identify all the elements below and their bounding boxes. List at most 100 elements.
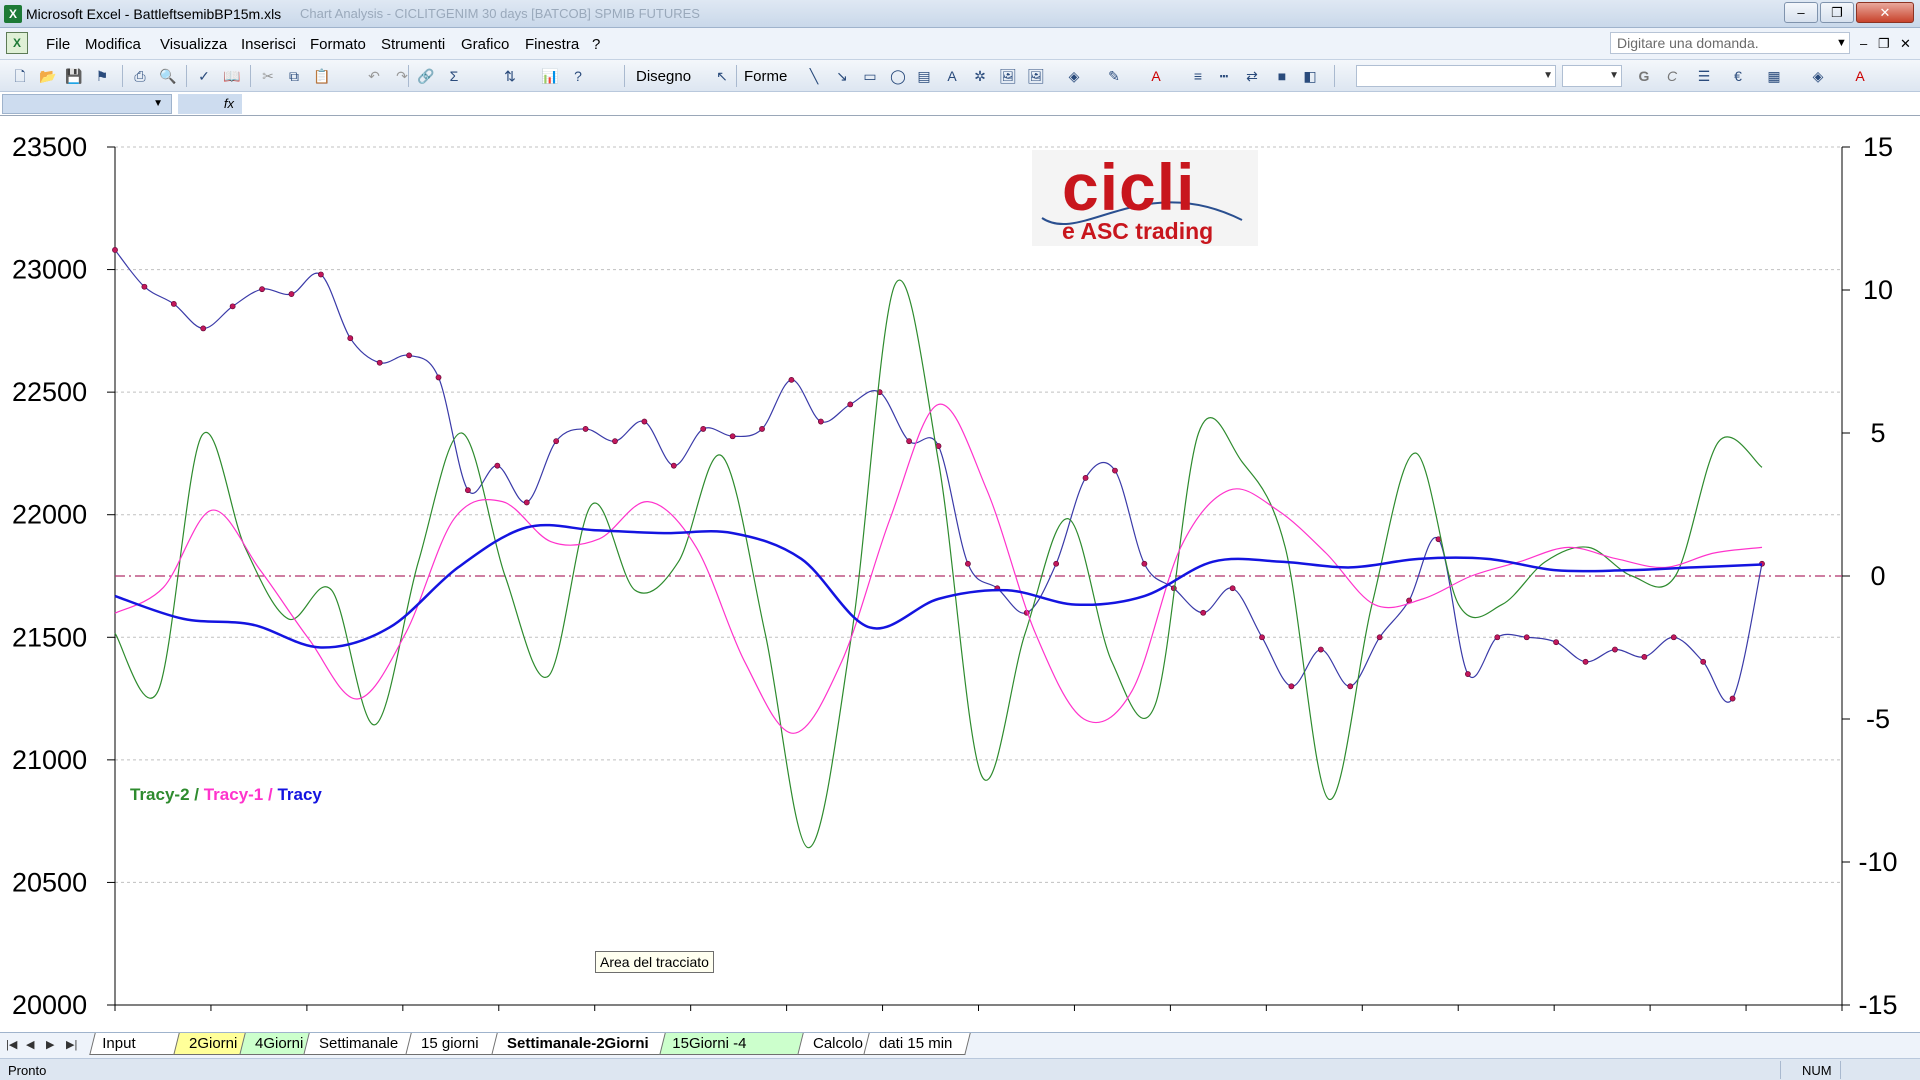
legend-tracy1: Tracy-1 <box>203 785 264 804</box>
arrow-tool-icon[interactable]: ↘ <box>832 66 852 86</box>
menu-visualizza[interactable]: Visualizza <box>160 36 227 53</box>
doc-minimize-button[interactable]: – <box>1860 36 1867 51</box>
shapes-menu-button[interactable]: Forme <box>744 68 787 85</box>
price-point <box>1464 671 1471 677</box>
sheet-tab-4giorni[interactable]: 4Giorni <box>239 1033 311 1055</box>
font-name-combo[interactable]: ▼ <box>1356 65 1556 87</box>
menu-file[interactable]: File <box>46 36 70 53</box>
sort-icon[interactable]: ⇅ <box>500 66 520 86</box>
print-preview-icon[interactable]: 🔍 <box>158 66 178 86</box>
sheet-tab-15giorni-4-giorni[interactable]: 15Giorni -4 giorni <box>659 1033 805 1074</box>
sheet-tab-settimanale-2giorni[interactable]: Settimanale-2Giorni <box>491 1033 667 1055</box>
close-button[interactable]: ✕ <box>1856 2 1914 23</box>
font-color-2-icon[interactable]: A <box>1850 66 1870 86</box>
right-axis-tick-label: 5 <box>1870 418 1885 448</box>
left-axis-tick-label: 22500 <box>12 377 87 407</box>
rectangle-tool-icon[interactable]: ▭ <box>860 66 880 86</box>
autosum-icon[interactable]: Σ <box>444 66 464 86</box>
menu-inserisci[interactable]: Inserisci <box>241 36 296 53</box>
price-point <box>494 462 501 469</box>
fill-color-icon[interactable]: ◈ <box>1064 66 1084 86</box>
align-icon[interactable]: ☰ <box>1694 66 1714 86</box>
print-icon[interactable]: ⎙ <box>130 66 150 86</box>
menu-help[interactable]: ? <box>592 36 600 53</box>
insert-function-icon[interactable]: fx <box>178 94 242 114</box>
price-point <box>288 291 295 297</box>
prev-sheet-nav-icon[interactable]: ◀ <box>26 1038 34 1051</box>
doc-close-button[interactable]: ✕ <box>1900 36 1911 52</box>
bold-icon[interactable]: G <box>1634 66 1654 86</box>
sheet-tab-2giorni[interactable]: 2Giorni <box>173 1033 247 1055</box>
paste-icon[interactable]: 📋 <box>312 66 332 86</box>
oval-tool-icon[interactable]: ◯ <box>888 66 908 86</box>
price-point <box>1376 634 1383 641</box>
name-box[interactable]: ▼ <box>2 94 172 114</box>
open-folder-icon[interactable]: 📂 <box>38 66 58 86</box>
help-icon[interactable]: ? <box>568 66 588 86</box>
sheet-tab-dati-15-min[interactable]: dati 15 min <box>863 1033 971 1055</box>
chart-canvas[interactable]: 23500 23000 22500 22000 21500 21000 20500 20000… <box>0 116 1920 1028</box>
left-axis-tick-label: 20500 <box>12 867 87 897</box>
first-sheet-nav-icon[interactable]: |◀ <box>6 1038 17 1051</box>
font-color-icon[interactable]: A <box>1146 66 1166 86</box>
series-line-price <box>114 249 1763 703</box>
menu-modifica[interactable]: Modifica <box>85 36 141 53</box>
copy-icon[interactable]: ⧉ <box>284 66 304 86</box>
borders-icon[interactable]: ▦ <box>1764 66 1784 86</box>
help-question-input[interactable]: Digitare una domanda. <box>1610 32 1850 54</box>
save-icon[interactable]: 💾 <box>64 66 84 86</box>
sheet-tab-settimanale[interactable]: Settimanale <box>303 1033 413 1055</box>
spelling-icon[interactable]: ✓ <box>194 66 214 86</box>
highlight-fill-icon[interactable]: ◈ <box>1808 66 1828 86</box>
sheet-tab-15-giorni[interactable]: 15 giorni <box>405 1033 499 1055</box>
menu-grafico[interactable]: Grafico <box>461 36 509 53</box>
line-tool-icon[interactable]: ╲ <box>804 66 824 86</box>
sheet-tab-calcolo[interactable]: Calcolo <box>797 1033 871 1055</box>
line-style-icon[interactable]: ≡ <box>1188 66 1208 86</box>
cut-icon[interactable]: ✂ <box>258 66 278 86</box>
italic-icon[interactable]: C <box>1662 66 1682 86</box>
menu-strumenti[interactable]: Strumenti <box>381 36 445 53</box>
chart-area[interactable]: 23500 23000 22500 22000 21500 21000 20500 20000… <box>0 116 1920 1028</box>
sheet-tab-input-dati[interactable]: Input dati <box>89 1033 181 1074</box>
shadow-style-icon[interactable]: ■ <box>1272 66 1292 86</box>
diagram-icon[interactable]: ✲ <box>970 66 990 86</box>
price-point <box>406 352 413 359</box>
font-size-combo[interactable]: ▼ <box>1562 65 1622 87</box>
line-color-icon[interactable]: ✎ <box>1104 66 1124 86</box>
textbox-tool-icon[interactable]: ▤ <box>914 66 934 86</box>
minimize-button[interactable]: – <box>1784 2 1818 23</box>
menu-formato[interactable]: Formato <box>310 36 366 53</box>
wordart-icon[interactable]: A <box>942 66 962 86</box>
redo-icon[interactable]: ↷ <box>392 66 412 86</box>
chart-wizard-icon[interactable]: 📊 <box>540 66 560 86</box>
new-file-icon[interactable]: 🗋 <box>10 66 30 86</box>
right-axis-tick-label: -10 <box>1858 847 1897 877</box>
maximize-button[interactable]: ❐ <box>1820 2 1854 23</box>
dash-style-icon[interactable]: ┅ <box>1214 66 1234 86</box>
workbook-icon[interactable]: X <box>6 32 28 54</box>
draw-menu-button[interactable]: Disegno <box>636 68 691 85</box>
price-point <box>1317 646 1324 653</box>
permission-icon[interactable]: ⚑ <box>92 66 112 86</box>
3d-style-icon[interactable]: ◧ <box>1300 66 1320 86</box>
insert-picture-icon[interactable]: 🖼 <box>1026 66 1046 86</box>
undo-icon[interactable]: ↶ <box>364 66 384 86</box>
excel-app-icon[interactable]: X <box>4 5 22 23</box>
research-icon[interactable]: 📖 <box>222 66 242 86</box>
menu-finestra[interactable]: Finestra <box>525 36 579 53</box>
doc-restore-button[interactable]: ❐ <box>1878 36 1890 52</box>
last-sheet-nav-icon[interactable]: ▶| <box>66 1038 77 1051</box>
price-point <box>1347 683 1354 690</box>
arrow-style-icon[interactable]: ⇄ <box>1242 66 1262 86</box>
select-pointer-icon[interactable]: ↖ <box>712 66 732 86</box>
insert-hyperlink-icon[interactable]: 🔗 <box>416 66 436 86</box>
clipart-icon[interactable]: 🖼 <box>998 66 1018 86</box>
next-sheet-nav-icon[interactable]: ▶ <box>46 1038 54 1051</box>
right-axis-tick-label: 10 <box>1863 275 1893 305</box>
left-axis-tick-label: 22000 <box>12 500 87 530</box>
euro-icon[interactable]: € <box>1728 66 1748 86</box>
price-point <box>1141 560 1148 567</box>
help-dropdown-arrow-icon[interactable]: ▼ <box>1836 32 1847 54</box>
right-axis-tick-label: -15 <box>1858 990 1897 1020</box>
